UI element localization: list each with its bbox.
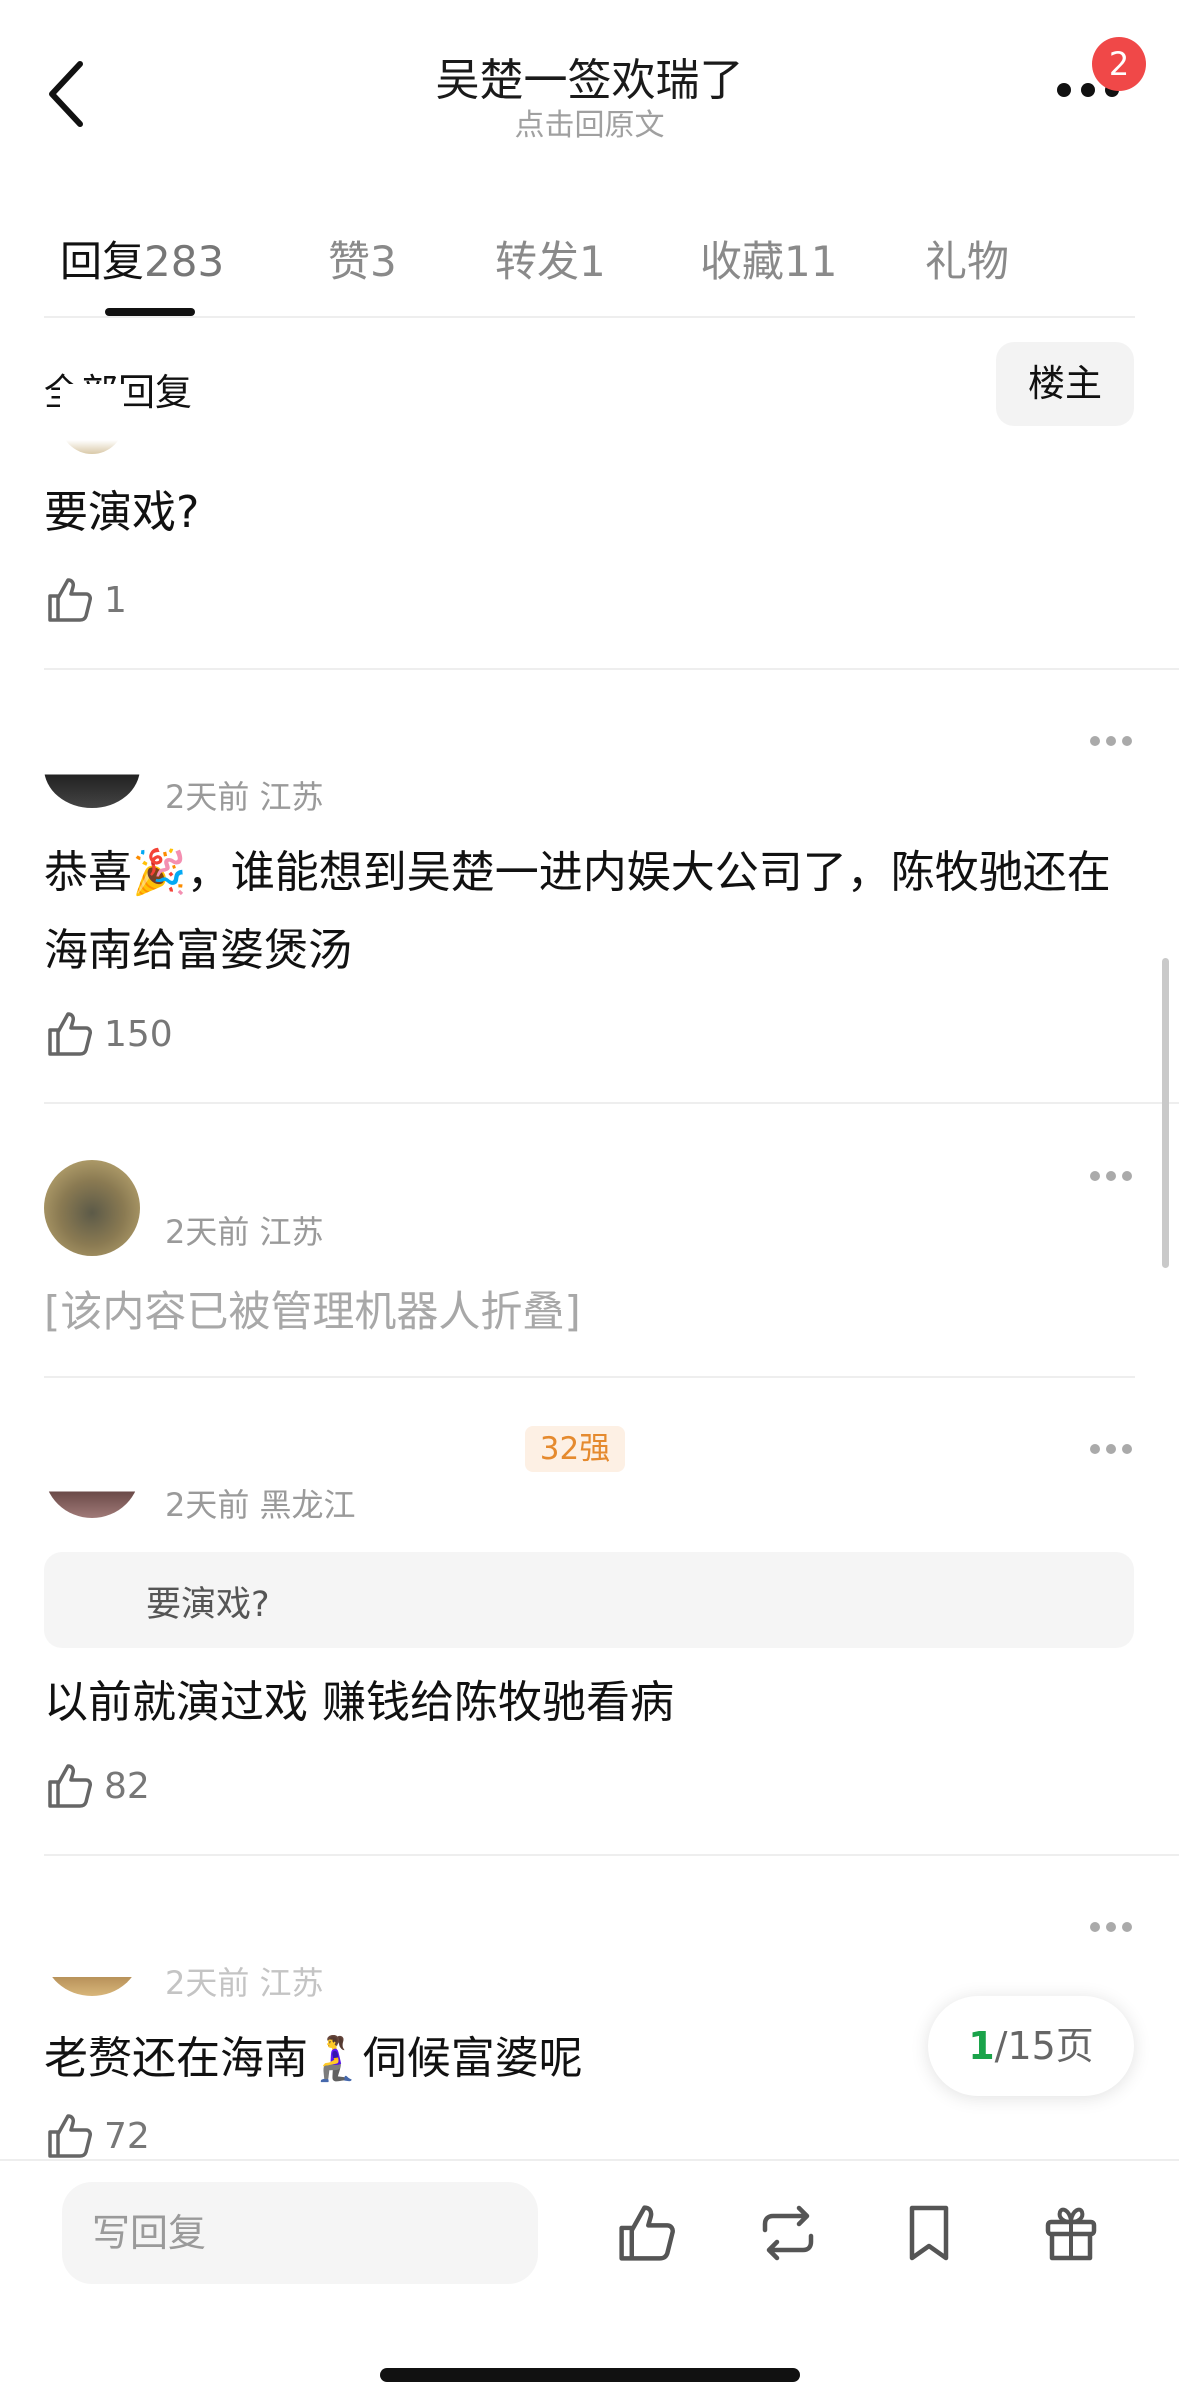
folded-comment-notice: [该内容已被管理机器人折叠] <box>44 1287 581 1336</box>
like-button[interactable]: 1 <box>44 572 127 628</box>
avatar[interactable] <box>44 1160 140 1256</box>
scrollbar[interactable] <box>1162 958 1169 1268</box>
notification-badge: 2 <box>1092 37 1146 91</box>
comment-text: 以前就演过戏 赚钱给陈牧驰看病 <box>44 1677 674 1728</box>
avatar[interactable] <box>44 1424 140 1518</box>
comment-meta: 2天前 江苏 <box>165 778 324 816</box>
more-dots-icon <box>1090 736 1132 746</box>
tab-label: 赞 <box>328 237 371 286</box>
avatar[interactable] <box>60 384 124 454</box>
more-dots-icon <box>1090 1444 1132 1454</box>
page-title[interactable]: 吴楚一签欢瑞了 <box>0 44 1179 108</box>
like-count: 72 <box>104 2115 150 2157</box>
current-page: 1 <box>968 2024 995 2068</box>
like-count: 150 <box>104 1013 173 1055</box>
avatar[interactable] <box>44 1910 140 1996</box>
thumbs-up-icon <box>48 578 92 622</box>
like-count: 1 <box>104 579 127 621</box>
gift-icon <box>1045 2207 1097 2261</box>
more-dots-icon <box>1090 1922 1132 1932</box>
page-indicator[interactable]: 1/15页 <box>928 1996 1134 2096</box>
tab-count: 3 <box>370 237 397 286</box>
tab-label: 转发 <box>495 237 580 286</box>
reply-input[interactable] <box>62 2182 538 2284</box>
tab-replies[interactable]: 回复283 <box>60 228 224 289</box>
more-dots-icon <box>1090 1171 1132 1181</box>
repost-button[interactable] <box>755 2200 821 2266</box>
tab-count: 11 <box>784 237 838 286</box>
comment-meta: 2天前 江苏 <box>165 1213 324 1251</box>
rank-tag: 32强 <box>525 1426 625 1472</box>
thumbs-up-icon <box>619 2205 675 2261</box>
like-button[interactable]: 82 <box>44 1758 150 1814</box>
divider <box>44 668 1179 670</box>
divider <box>44 1376 1135 1378</box>
tab-count: 1 <box>579 237 606 286</box>
like-count: 82 <box>104 1765 150 1807</box>
home-indicator[interactable] <box>380 2368 800 2382</box>
comment-more-button[interactable] <box>1088 1441 1134 1455</box>
tab-reposts[interactable]: 转发1 <box>495 228 606 289</box>
gift-button[interactable] <box>1038 2200 1104 2266</box>
divider <box>44 1854 1179 1856</box>
bookmark-icon <box>909 2205 949 2261</box>
comment-more-button[interactable] <box>1088 1168 1134 1182</box>
comment-text: 恭喜🎉，谁能想到吴楚一进内娱大公司了，陈牧驰还在海南给富婆煲汤 <box>44 847 1111 976</box>
divider <box>0 2159 1179 2161</box>
tab-gifts[interactable]: 礼物 <box>925 228 1009 289</box>
tab-count: 283 <box>144 237 225 286</box>
tab-label: 礼物 <box>925 237 1010 286</box>
like-post-button[interactable] <box>614 2200 680 2266</box>
divider <box>44 1102 1179 1104</box>
tab-label: 收藏 <box>700 237 785 286</box>
comment-text: 老赘还在海南🧎‍♀️伺候富婆呢 <box>44 2033 583 2084</box>
back-to-original-link[interactable]: 点击回原文 <box>0 100 1179 144</box>
comment-meta: 2天前 黑龙江 <box>165 1486 356 1524</box>
comment-more-button[interactable] <box>1088 733 1134 747</box>
thumbs-up-icon <box>48 1012 92 1056</box>
thumbs-up-icon <box>48 2114 92 2158</box>
total-pages: /15页 <box>994 2024 1094 2068</box>
thumbs-up-icon <box>48 1764 92 1808</box>
comment-text: 要演戏? <box>44 487 200 538</box>
repost-icon <box>762 2205 814 2261</box>
quoted-reply-text: 要演戏? <box>146 1585 270 1625</box>
avatar[interactable] <box>44 728 140 808</box>
active-tab-indicator <box>105 308 195 316</box>
like-button[interactable]: 72 <box>44 2114 150 2158</box>
tab-label: 回复 <box>60 237 145 286</box>
like-button[interactable]: 150 <box>44 1006 173 1062</box>
owner-filter-button[interactable]: 楼主 <box>996 342 1134 426</box>
bookmark-button[interactable] <box>896 2200 962 2266</box>
divider <box>44 316 1135 318</box>
tab-favorites[interactable]: 收藏11 <box>700 228 837 289</box>
tab-likes[interactable]: 赞3 <box>328 228 397 289</box>
comment-more-button[interactable] <box>1088 1919 1134 1933</box>
comment-meta: 2天前 江苏 <box>165 1964 324 2002</box>
